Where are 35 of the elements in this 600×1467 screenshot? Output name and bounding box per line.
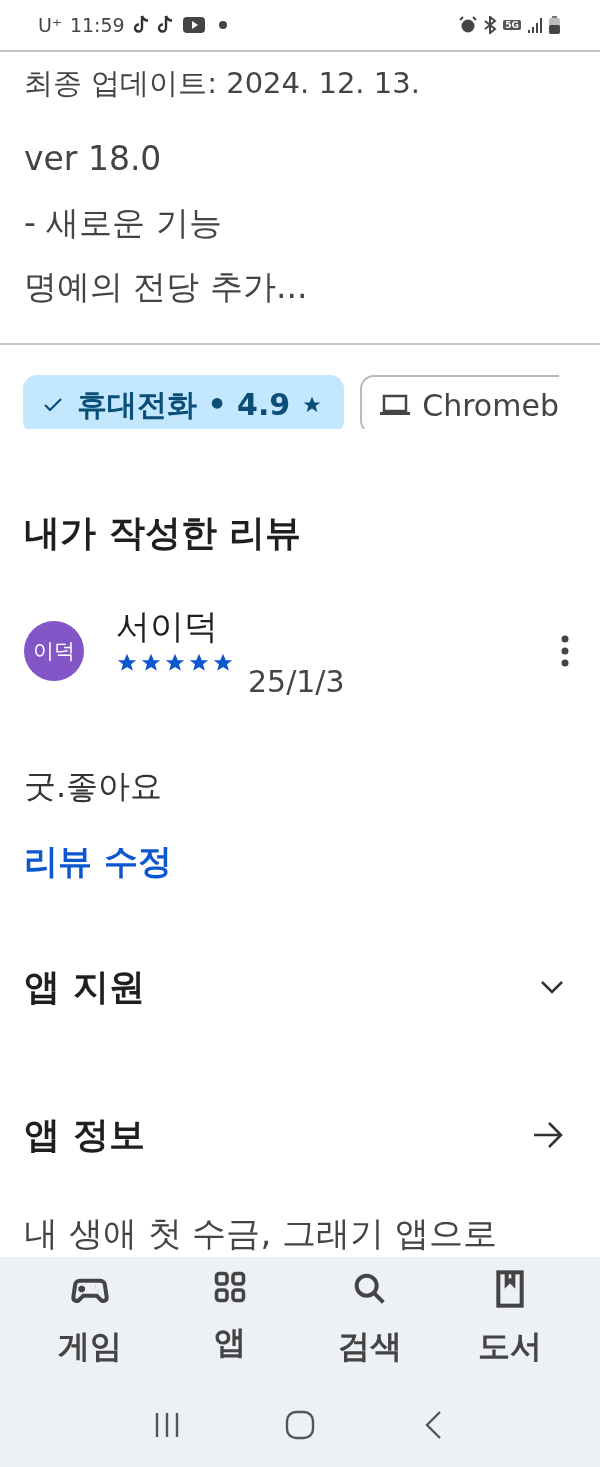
play-icon	[182, 17, 205, 33]
bluetooth-icon	[483, 16, 498, 34]
dot-icon	[218, 21, 227, 29]
grid-icon	[212, 1269, 248, 1305]
rounded-square-icon	[285, 1410, 315, 1440]
laptop-icon	[380, 393, 411, 418]
edit-review-link[interactable]: 리뷰 수정	[0, 838, 196, 885]
more-icon[interactable]	[560, 635, 570, 667]
section-title: 앱 정보	[24, 1112, 145, 1157]
device-filter-chip[interactable]: 휴대전화 • 4.9	[23, 375, 345, 430]
chevron-down-icon[interactable]	[540, 980, 564, 995]
section-title: 앱 지원	[24, 964, 145, 1009]
release-note-line: - 새로운 기능	[24, 202, 223, 245]
nav-tab[interactable]: 도서	[455, 1269, 565, 1369]
battery-icon	[549, 16, 560, 34]
alarm-icon	[459, 16, 478, 34]
nav-tab[interactable]: 검색	[315, 1269, 425, 1369]
review-text: 굿.좋아요	[23, 765, 164, 807]
nav-tab[interactable]: 게임	[35, 1269, 145, 1369]
avatar: 이덕	[24, 621, 84, 681]
release-note-line: ver 18.0	[24, 138, 163, 181]
reviewer-name: 서이덕	[116, 604, 219, 648]
network-type: 5G	[503, 20, 521, 30]
description-text: 내 생애 첫 수금, 그래기 앱으로	[23, 1212, 498, 1255]
device-filter-chip[interactable]: Chromeb	[360, 375, 559, 430]
carrier: U⁺	[38, 14, 62, 36]
review-date: 25/1/3	[248, 663, 345, 699]
release-note-line: 명예의 전당 추가...	[24, 266, 309, 309]
clock: 11:59	[69, 14, 125, 36]
arrow-right-icon[interactable]	[532, 1121, 564, 1149]
nav-tab[interactable]: 앱	[175, 1269, 285, 1369]
section-title: 내가 작성한 리뷰	[23, 510, 303, 555]
signal-icon	[527, 17, 543, 33]
last-updated-text: 최종 업데이트: 2024. 12. 13.	[23, 65, 421, 102]
chevron-left-icon	[423, 1410, 444, 1440]
